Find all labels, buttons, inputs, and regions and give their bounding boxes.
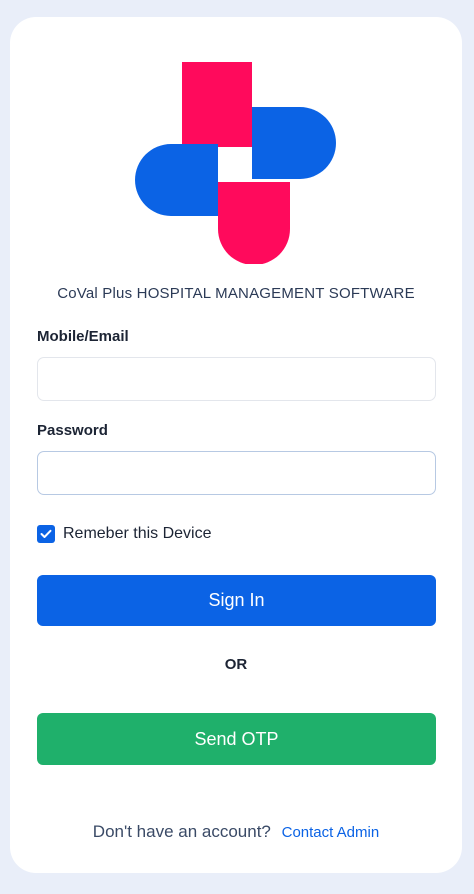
- mobile-email-label: Mobile/Email: [37, 328, 129, 345]
- login-card: CoVal Plus HOSPITAL MANAGEMENT SOFTWARE …: [10, 17, 462, 873]
- sign-in-button[interactable]: Sign In: [37, 575, 436, 626]
- medical-cross-logo-icon: [135, 62, 336, 264]
- logo-blue-right-bar: [252, 107, 336, 179]
- send-otp-button-label: Send OTP: [194, 728, 279, 749]
- send-otp-button[interactable]: Send OTP: [37, 713, 436, 765]
- sign-in-button-label: Sign In: [208, 590, 265, 610]
- password-label: Password: [37, 422, 108, 439]
- mobile-email-input[interactable]: [37, 357, 436, 401]
- remember-device-checkbox[interactable]: [37, 525, 55, 543]
- logo-blue-left-bar: [135, 144, 218, 216]
- app-title: CoVal Plus HOSPITAL MANAGEMENT SOFTWARE: [57, 285, 415, 302]
- checkmark-icon: [40, 529, 52, 538]
- remember-device-row[interactable]: Remeber this Device: [37, 524, 212, 544]
- password-input[interactable]: [37, 451, 436, 495]
- logo-red-lower-bar: [218, 182, 290, 264]
- or-divider-text: OR: [224, 656, 248, 673]
- remember-device-label: Remeber this Device: [63, 525, 212, 542]
- no-account-text: Don't have an account?: [92, 822, 271, 841]
- logo-red-vertical-bar: [182, 62, 252, 147]
- contact-admin-link[interactable]: Contact Admin: [282, 824, 380, 841]
- signup-footer: Don't have an account? Contact Admin: [10, 822, 462, 842]
